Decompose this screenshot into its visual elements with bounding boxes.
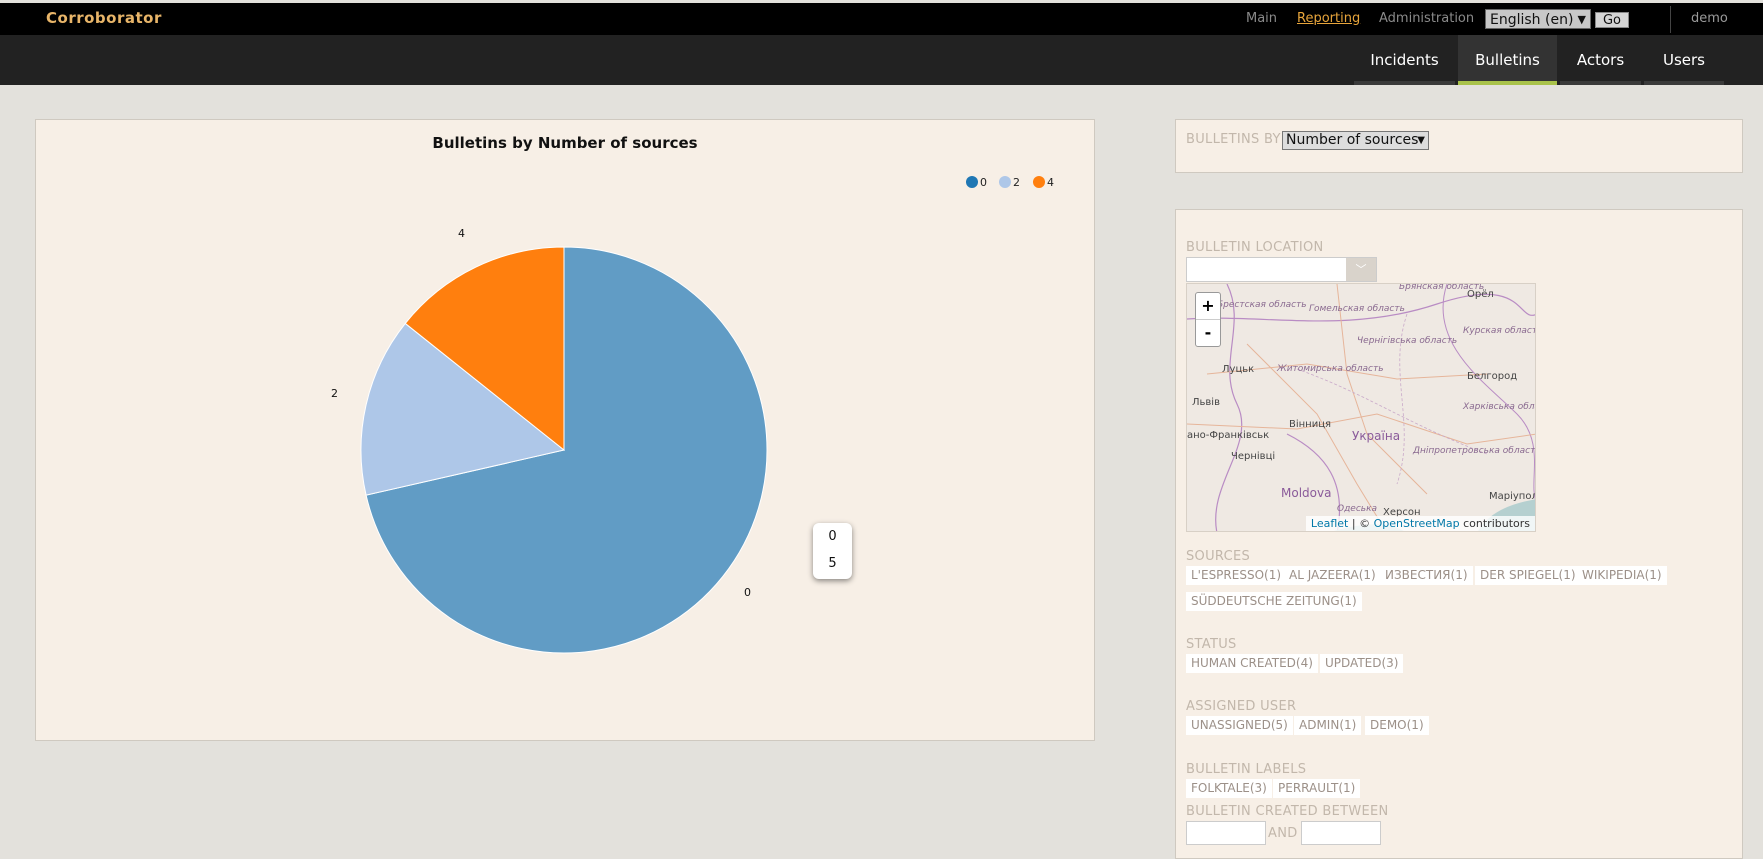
created-to-input[interactable]	[1301, 821, 1381, 845]
map-place-10: Харківська область	[1463, 402, 1535, 412]
map-place-4: Курская область	[1463, 326, 1536, 336]
source-chip[interactable]: AL JAZEERA(1)	[1284, 566, 1381, 585]
location-map[interactable]: Брянская область Орёл Брестская область …	[1186, 283, 1536, 532]
bulletins-by-select[interactable]: Number of sources ▼	[1282, 131, 1429, 150]
brand-logo[interactable]: Corroborator	[46, 9, 162, 27]
language-select[interactable]: English (en) ▼	[1485, 9, 1591, 29]
nav-administration[interactable]: Administration	[1379, 11, 1474, 26]
assigned-user-chip[interactable]: DEMO(1)	[1365, 716, 1429, 735]
legend-label-0: 0	[980, 176, 987, 189]
bulletin-label-chip[interactable]: FOLKTALE(3)	[1186, 779, 1272, 798]
map-place-1: Орёл	[1467, 289, 1494, 300]
map-zoom-control: + -	[1195, 292, 1221, 347]
pie-label-0: 0	[744, 586, 751, 599]
leaflet-link[interactable]: Leaflet	[1311, 517, 1348, 530]
map-place-18: Одеська	[1337, 504, 1378, 514]
map-place-16: Moldova	[1281, 486, 1332, 500]
legend-swatch-2	[999, 176, 1011, 188]
legend-label-4: 4	[1047, 176, 1054, 189]
status-chip[interactable]: UPDATED(3)	[1320, 654, 1404, 673]
source-chip[interactable]: DER SPIEGEL(1)	[1475, 566, 1581, 585]
legend-item-0[interactable]: 0	[966, 176, 987, 189]
tab-users-label: Users	[1662, 51, 1705, 69]
map-place-7: Житомирська область	[1277, 364, 1384, 374]
tab-incidents[interactable]: Incidents	[1354, 35, 1455, 85]
assigned-user-chip[interactable]: ADMIN(1)	[1294, 716, 1362, 735]
source-chip[interactable]: WIKIPEDIA(1)	[1577, 566, 1667, 585]
sources-label: SOURCES	[1186, 549, 1251, 564]
bulletins-by-value: Number of sources	[1286, 132, 1419, 148]
tab-incidents-label: Incidents	[1370, 51, 1439, 69]
header-divider	[1670, 6, 1671, 33]
bulletin-labels-label: BULLETIN LABELS	[1186, 762, 1307, 777]
chart-panel: Bulletins by Number of sources 0 2 4	[35, 119, 1095, 741]
source-chip[interactable]: SÜDDEUTSCHE ZEITUNG(1)	[1186, 592, 1362, 611]
assigned-user-chip[interactable]: UNASSIGNED(5)	[1186, 716, 1293, 735]
tab-bulletins-label: Bulletins	[1475, 51, 1540, 69]
map-place-13: ано-Франківськ	[1187, 430, 1270, 441]
chart-title: Bulletins by Number of sources	[432, 134, 698, 152]
legend-item-4[interactable]: 4	[1033, 176, 1054, 189]
map-place-6: Луцьк	[1222, 364, 1255, 375]
map-place-2: Брестская область	[1217, 300, 1307, 310]
language-select-value: English (en)	[1490, 12, 1574, 28]
location-select[interactable]: ﹀	[1186, 257, 1377, 282]
nav-main[interactable]: Main	[1246, 11, 1277, 26]
tab-bulletins[interactable]: Bulletins	[1458, 35, 1557, 85]
legend-item-2[interactable]: 2	[999, 176, 1020, 189]
legend-swatch-0	[966, 176, 978, 188]
attribution-contributors: contributors	[1459, 517, 1530, 530]
main-tab-bar: Incidents Bulletins Actors Users	[0, 35, 1763, 85]
tab-actors-label: Actors	[1576, 51, 1625, 69]
map-place-17: Маріуполь	[1489, 491, 1535, 502]
tab-users[interactable]: Users	[1644, 35, 1724, 85]
chevron-down-icon: ▼	[1417, 135, 1425, 146]
bulletin-location-label: BULLETIN LOCATION	[1186, 240, 1324, 255]
openstreetmap-link[interactable]: OpenStreetMap	[1374, 517, 1460, 530]
created-between-label: BULLETIN CREATED BETWEEN	[1186, 804, 1389, 819]
attribution-separator: | ©	[1348, 517, 1374, 530]
zoom-in-button[interactable]: +	[1196, 293, 1220, 319]
pie-label-2: 2	[331, 387, 338, 400]
nav-reporting[interactable]: Reporting	[1297, 11, 1360, 26]
source-chip[interactable]: L'ESPRESSO(1)	[1186, 566, 1287, 585]
legend-swatch-4	[1033, 176, 1045, 188]
chevron-down-icon[interactable]: ﹀	[1346, 258, 1376, 281]
map-place-15: Чернівці	[1231, 451, 1276, 462]
pie-label-4: 4	[458, 227, 465, 240]
chevron-down-icon: ▼	[1577, 13, 1586, 26]
bulletins-by-label: BULLETINS BY	[1186, 132, 1281, 147]
tab-actors[interactable]: Actors	[1560, 35, 1641, 85]
status-chip[interactable]: HUMAN CREATED(4)	[1186, 654, 1318, 673]
legend-label-2: 2	[1013, 176, 1020, 189]
source-chip[interactable]: ИЗВЕСТИЯ(1)	[1380, 566, 1473, 585]
bulletin-label-chip[interactable]: PERRAULT(1)	[1273, 779, 1361, 798]
zoom-out-button[interactable]: -	[1196, 319, 1220, 346]
tooltip-category: 0	[828, 529, 837, 544]
tooltip-value: 5	[828, 556, 837, 571]
pie-tooltip: 0 5	[813, 523, 852, 579]
created-from-input[interactable]	[1186, 821, 1266, 845]
map-attribution: Leaflet | © OpenStreetMap contributors	[1305, 516, 1535, 531]
map-place-8: Белгород	[1467, 371, 1518, 382]
assigned-user-label: ASSIGNED USER	[1186, 699, 1297, 714]
status-label: STATUS	[1186, 637, 1237, 652]
map-place-11: Вінниця	[1289, 419, 1332, 430]
and-label: AND	[1268, 826, 1298, 841]
map-place-3: Гомельская область	[1309, 304, 1405, 314]
top-bar: Corroborator Main Reporting Administrati…	[0, 3, 1763, 35]
map-place-9: Львів	[1192, 397, 1220, 408]
map-place-5: Чернігівська область	[1357, 336, 1458, 346]
user-menu[interactable]: demo	[1691, 11, 1728, 26]
map-place-12: Україна	[1352, 429, 1401, 443]
map-place-14: Дніпропетровська область	[1413, 446, 1536, 456]
go-button[interactable]: Go	[1595, 12, 1629, 28]
